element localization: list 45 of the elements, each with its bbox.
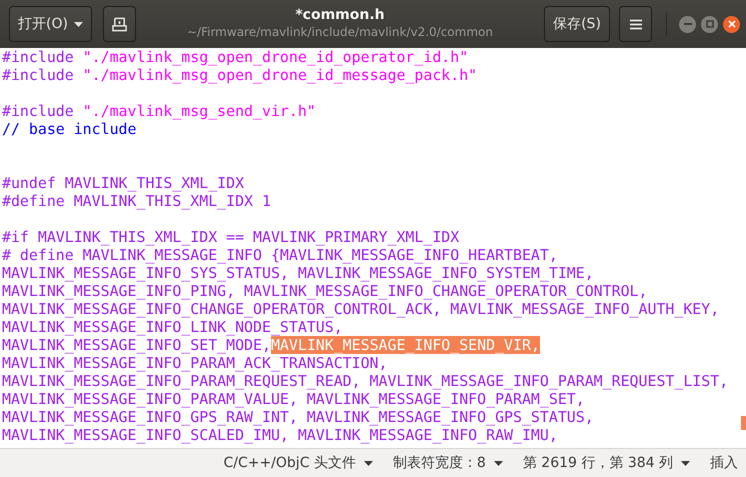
preprocessor-code: #include (2, 102, 75, 120)
preprocessor-code: #if MAVLINK_THIS_XML_IDX == MAVLINK_PRIMARY_XML_IDX (2, 228, 460, 246)
string-literal: "./mavlink_msg_send_vir.h" (82, 102, 316, 120)
preprocessor-code: #undef MAVLINK_THIS_XML_IDX (2, 174, 244, 192)
selected-text: MAVLINK_MESSAGE_INFO_SEND_VIR, (270, 336, 540, 354)
preprocessor-code: #include (2, 48, 75, 66)
status-dropdown[interactable]: C/C++/ObjC 头文件 (223, 454, 373, 472)
new-document-icon (112, 16, 127, 32)
menu-icon (630, 18, 642, 30)
caret-icon (74, 22, 83, 26)
close-button[interactable] (723, 16, 740, 32)
preprocessor-code: MAVLINK_MESSAGE_INFO_GPS_RAW_INT, MAVLINK_MESSAGE_INFO_GPS_STATUS, (2, 408, 594, 426)
preprocessor-code: #define MAVLINK_THIS_XML_IDX 1 (2, 192, 271, 210)
maximize-button[interactable] (701, 16, 718, 32)
preprocessor-code: MAVLINK_MESSAGE_INFO_PARAM_ACK_TRANSACTION, (2, 354, 388, 372)
minimize-button[interactable] (679, 16, 696, 32)
preprocessor-code: # define MAVLINK_MESSAGE_INFO {MAVLINK_MESSAGE_INFO_HEARTBEAT, (2, 246, 558, 264)
scroll-marker (741, 416, 746, 430)
preprocessor-code: #include (2, 66, 75, 84)
string-literal: "./mavlink_msg_open_drone_id_operator_id.h" (82, 48, 468, 66)
new-tab-button[interactable] (103, 6, 136, 42)
preprocessor-code: MAVLINK_MESSAGE_INFO_CHANGE_OPERATOR_CONTROL_ACK, MAVLINK_MESSAGE_INFO_AUTH_KEY, (2, 300, 720, 318)
minimize-icon (684, 23, 692, 25)
caret-icon (494, 460, 503, 466)
preprocessor-code: MAVLINK_MESSAGE_INFO_PING, MAVLINK_MESSAGE_INFO_CHANGE_OPERATOR_CONTROL, (2, 282, 648, 300)
save-button[interactable]: 保存(S) (544, 6, 610, 42)
preprocessor-code: MAVLINK_MESSAGE_INFO_SET_MODE, (2, 336, 271, 354)
caret-icon (364, 460, 373, 466)
insert-mode-label: 插入 (710, 454, 738, 472)
window-title: *common.h (295, 7, 385, 24)
preprocessor-code: MAVLINK_MESSAGE_INFO_SCALED_IMU, MAVLINK_MESSAGE_INFO_RAW_IMU, (2, 426, 558, 444)
preprocessor-code: MAVLINK_MESSAGE_INFO_SYS_STATUS, MAVLINK_MESSAGE_INFO_SYSTEM_TIME, (2, 264, 594, 282)
file-path: ~/Firmware/mavlink/include/mavlink/v2.0/common (187, 24, 493, 41)
code-comment: // base include (2, 120, 136, 138)
maximize-icon (706, 20, 714, 28)
caret-icon (681, 460, 690, 466)
preprocessor-code: MAVLINK_MESSAGE_INFO_PARAM_REQUEST_READ, MAVLINK_MESSAGE_INFO_PARAM_REQUEST_LIST, (2, 372, 728, 390)
close-icon (728, 20, 736, 28)
open-button[interactable]: 打开(O) (9, 6, 92, 42)
preprocessor-code: MAVLINK_MESSAGE_INFO_PARAM_VALUE, MAVLINK_MESSAGE_INFO_PARAM_SET, (2, 390, 585, 408)
status-dropdown[interactable]: 制表符宽度：8 (392, 454, 503, 472)
preprocessor-code: MAVLINK_MESSAGE_INFO_LINK_NODE_STATUS, (2, 318, 343, 336)
status-dropdown[interactable]: 第 2619 行，第 384 列 (522, 454, 690, 472)
string-literal: "./mavlink_msg_open_drone_id_message_pack.h" (82, 66, 478, 84)
menu-button[interactable] (619, 6, 652, 42)
